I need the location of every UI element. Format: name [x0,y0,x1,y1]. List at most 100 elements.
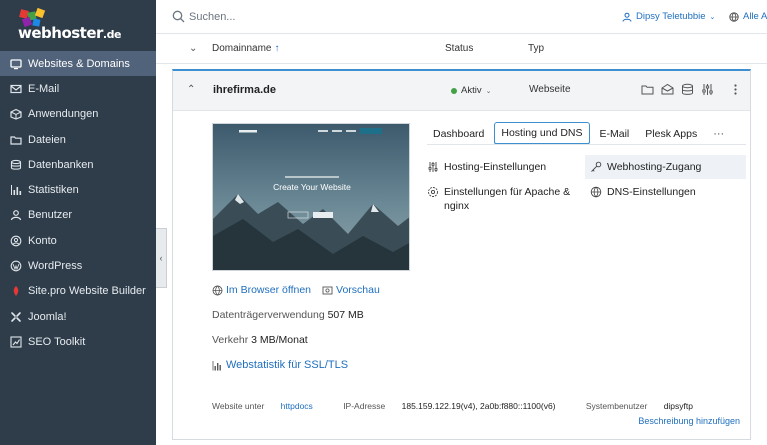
folder-icon[interactable] [641,83,654,96]
sitepro-icon [10,285,22,297]
web-statistics-link[interactable]: Webstatistik für SSL/TLS [212,359,348,371]
system-user-value: dipsyftp [663,401,693,411]
dns-settings-link[interactable]: DNS-Einstellungen [590,185,696,199]
add-description-link[interactable]: Beschreibung hinzufügen [638,416,740,426]
sidebar-collapse-button[interactable]: ‹ [156,228,167,288]
top-bar: Dipsy Teletubbie ⌄ Alle Ab [156,0,767,34]
disk-usage-label: Datenträgerverwendung [212,309,325,321]
status-label: Aktiv [461,85,482,96]
tab-hosting-dns[interactable]: Hosting und DNS [494,122,590,145]
mail-icon [10,83,22,95]
apache-nginx-settings-link[interactable]: Einstellungen für Apache & nginx [427,185,570,213]
hosting-settings-link[interactable]: Hosting-Einstellungen [427,160,546,174]
sidebar-item-applications[interactable]: Anwendungen [0,102,156,127]
preview-label: Vorschau [336,284,380,296]
domain-row[interactable]: ⌃ ihrefirma.de Aktiv ⌄ Webseite [173,71,750,111]
apache-nginx-label-line1: Einstellungen für Apache & [444,186,571,198]
user-menu[interactable]: Dipsy Teletubbie ⌄ [622,11,715,22]
sidebar-item-files[interactable]: Dateien [0,127,156,152]
system-user-label: Systembenutzer [585,401,648,411]
sidebar-item-label: Joomla! [28,310,67,323]
status-dropdown[interactable]: Aktiv ⌄ [451,85,491,96]
website-location: Website unter httpdocs [212,401,327,411]
status-dot-icon [451,87,457,94]
more-vertical-icon[interactable] [729,83,742,96]
webhosting-access-label: Webhosting-Zugang [607,161,702,173]
user-icon [10,209,22,221]
globe-icon [729,11,739,22]
apache-nginx-label: Einstellungen für Apache & nginx [444,185,570,213]
sidebar-item-databases[interactable]: Datenbanken [0,152,156,177]
system-user: Systembenutzer dipsyftp [586,401,707,411]
column-label: Domainname [212,43,272,54]
domain-type: Webseite [529,84,571,95]
sidebar-item-label: WordPress [28,260,83,273]
website-preview[interactable]: Create Your Website [212,123,410,271]
traffic-label: Verkehr [212,334,249,346]
document-root-link[interactable]: httpdocs [281,401,313,411]
sidebar-item-label: Benutzer [28,209,73,222]
globe-icon [212,285,223,296]
joomla-icon [10,311,22,323]
sidebar-item-joomla[interactable]: Joomla! [0,304,156,329]
sidebar-item-label: Datenbanken [28,158,94,171]
chevron-down-icon: ⌄ [485,87,492,95]
preview-title: Create Your Website [273,182,351,192]
user-name: Dipsy Teletubbie [636,11,706,22]
preview-link[interactable]: Vorschau [322,284,380,296]
gear-icon [428,187,438,197]
language-menu[interactable]: Alle Ab [729,11,767,22]
seo-icon [10,336,22,348]
sidebar-item-label: Statistiken [28,184,79,197]
ip-address-value: 185.159.122.19(v4), 2a0b:f880::1100(v6) [401,401,556,411]
settings-sliders-icon[interactable] [701,83,714,96]
search-input[interactable] [189,7,489,27]
domain-footer: Website unter httpdocs IP-Adresse 185.15… [212,401,740,411]
expand-all-icon[interactable]: ⌄ [189,43,197,54]
tab-plesk-apps[interactable]: Plesk Apps [639,124,703,144]
disk-usage-value: 507 MB [327,309,364,321]
mail-icon[interactable] [661,83,674,96]
open-in-browser-link[interactable]: Im Browser öffnen [212,284,311,296]
open-in-browser-label: Im Browser öffnen [226,284,312,296]
sidebar-item-account[interactable]: Konto [0,228,156,253]
folder-icon [10,134,22,146]
sidebar-item-email[interactable]: E-Mail [0,76,156,101]
sidebar-item-users[interactable]: Benutzer [0,203,156,228]
preview-links: Im Browser öffnen Vorschau [212,284,380,296]
web-statistics-label: Webstatistik für SSL/TLS [226,359,349,371]
column-domain-name[interactable]: Domainname ↑ [212,43,279,54]
webhosting-access-link[interactable]: Webhosting-Zugang [585,155,746,179]
sidebar-item-sitepro[interactable]: Site.pro Website Builder [0,279,156,304]
sidebar-item-label: Anwendungen [28,108,99,121]
sidebar: webhoster.de Websites & Domains E-Mail A… [0,0,156,445]
tab-email[interactable]: E-Mail [594,124,636,144]
database-icon [10,159,22,171]
collapse-icon[interactable]: ⌃ [187,84,195,95]
website-location-label: Website unter [212,401,265,411]
sidebar-item-wordpress[interactable]: WordPress [0,253,156,278]
tab-more[interactable]: ··· [707,124,730,144]
domain-tabs: Dashboard Hosting und DNS E-Mail Plesk A… [427,122,730,145]
bar-chart-icon [212,360,221,370]
sidebar-item-seo-toolkit[interactable]: SEO Toolkit [0,329,156,354]
sidebar-item-label: SEO Toolkit [28,335,86,348]
column-status[interactable]: Status [445,43,473,54]
column-type[interactable]: Typ [528,43,544,54]
language-label: Alle Ab [743,11,767,22]
ip-address-label: IP-Adresse [343,401,386,411]
search-icon [172,10,185,23]
sidebar-item-statistics[interactable]: Statistiken [0,177,156,202]
database-icon[interactable] [681,83,694,96]
tab-dashboard[interactable]: Dashboard [427,124,490,144]
chevron-left-icon: ‹ [159,253,163,263]
logo-text[interactable]: webhoster.de [18,24,121,42]
globe-icon [590,186,602,198]
traffic-value: 3 MB/Monat [251,334,308,346]
sidebar-nav: Websites & Domains E-Mail Anwendungen Da… [0,51,156,355]
apache-nginx-label-line2: nginx [444,200,470,212]
disk-usage: Datenträgerverwendung 507 MB [212,309,364,321]
domain-name[interactable]: ihrefirma.de [213,84,276,96]
sidebar-item-websites-domains[interactable]: Websites & Domains [0,51,156,77]
key-icon [591,161,602,172]
